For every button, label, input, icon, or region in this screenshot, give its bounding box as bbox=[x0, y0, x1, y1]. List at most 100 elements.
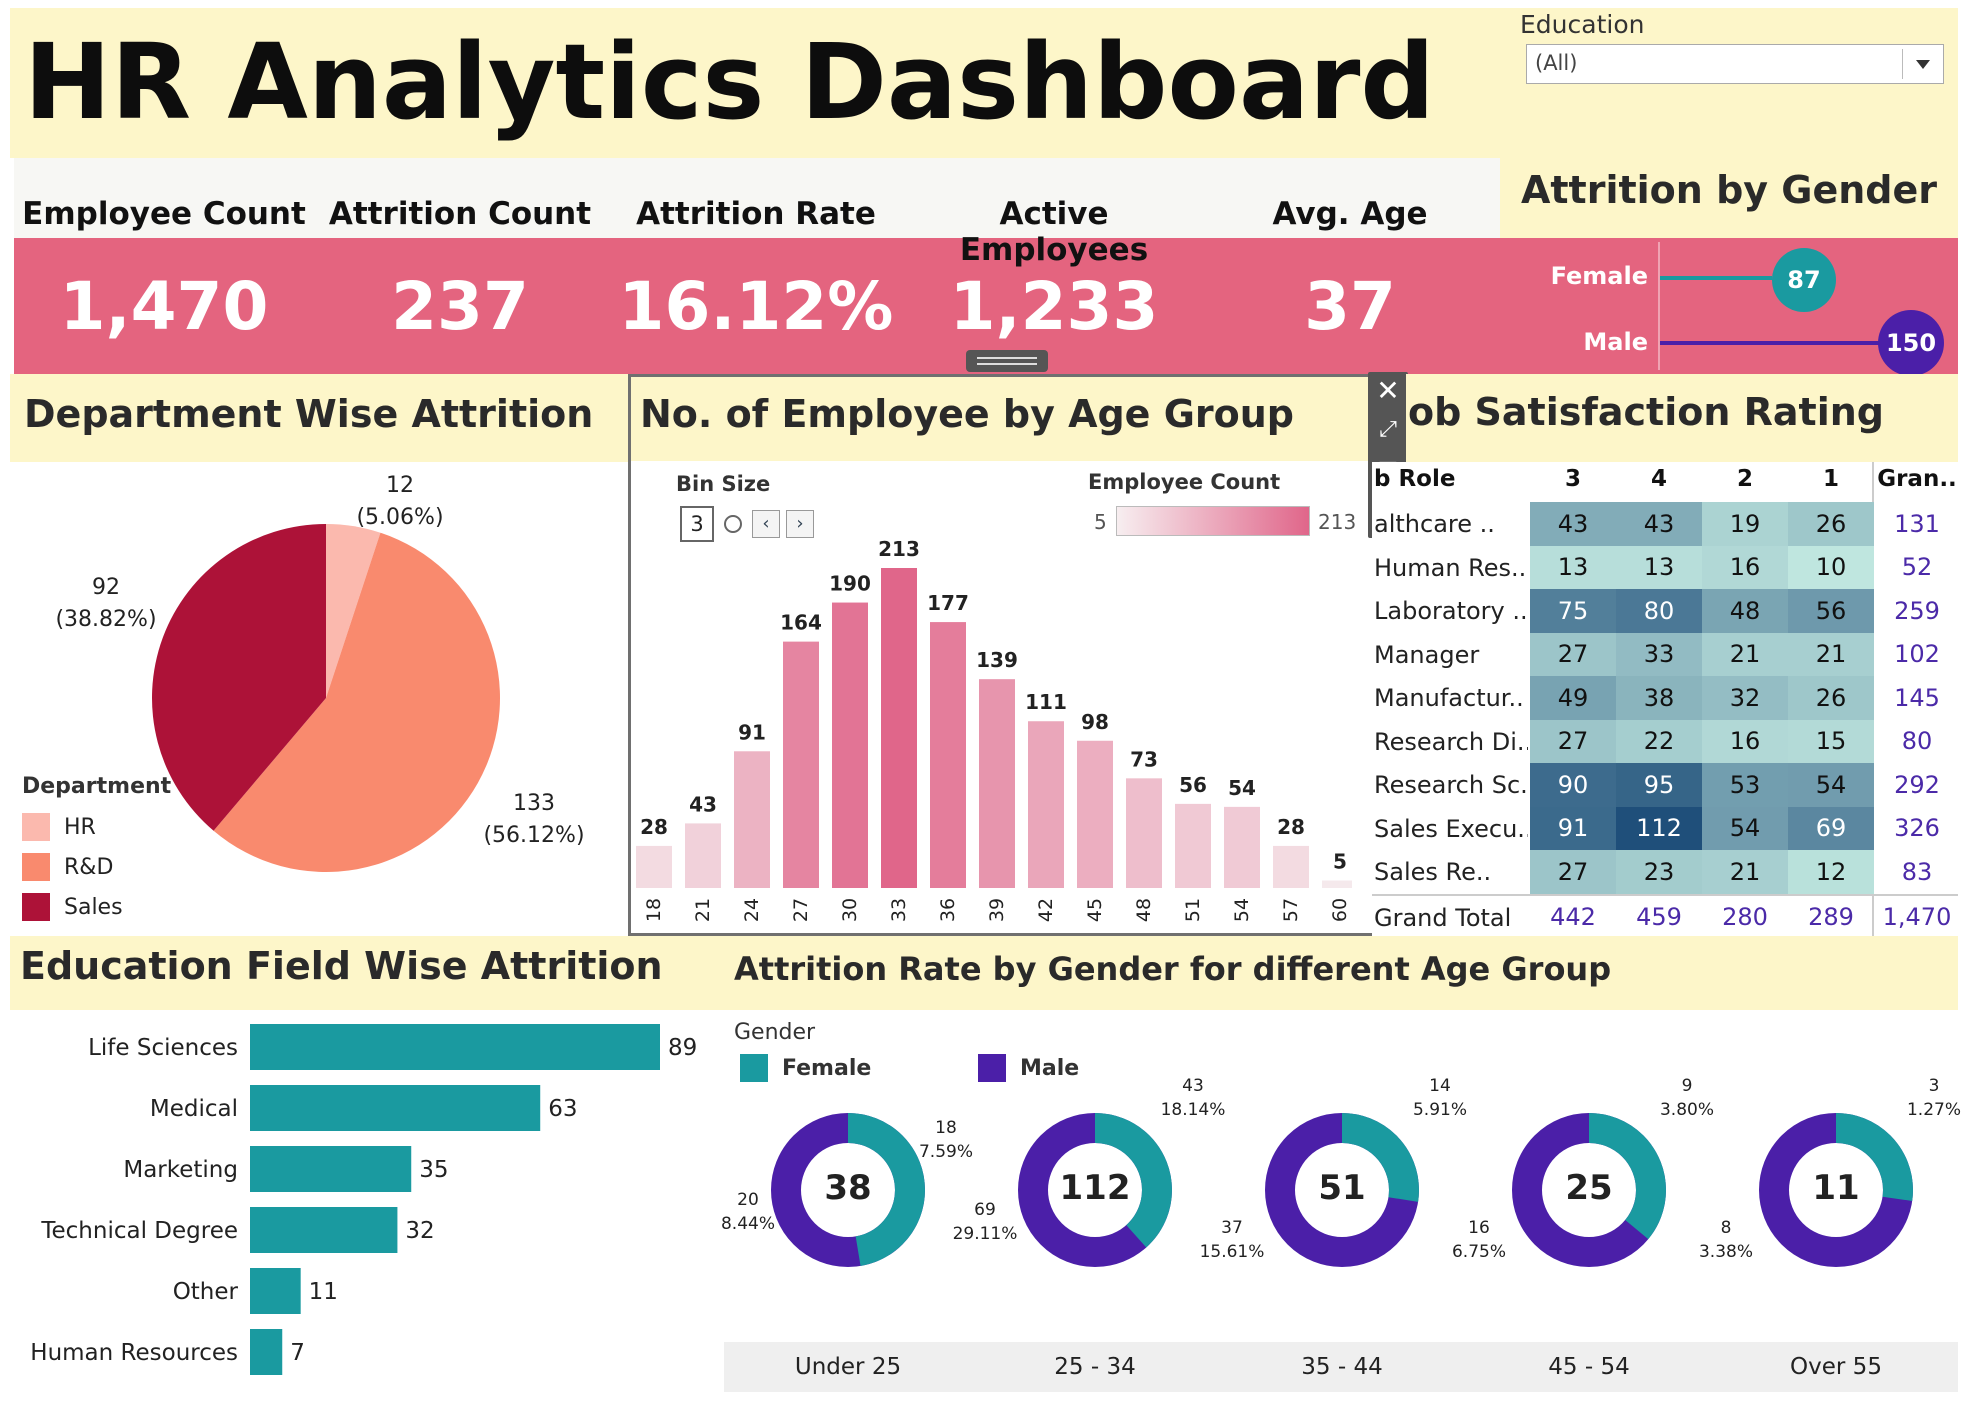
rating-cell: 91 bbox=[1530, 806, 1616, 850]
age-tick-18: 18 bbox=[643, 898, 665, 922]
kpi-employee-count-value: 1,470 bbox=[59, 268, 269, 345]
pie-label-sales-pct: (38.82%) bbox=[55, 607, 157, 632]
donut-female-label: 43 18.14% bbox=[1160, 1076, 1226, 1120]
edu-category-label: Human Resources bbox=[30, 1340, 238, 1366]
legend-label-female: Female bbox=[782, 1055, 872, 1081]
department-legend-title: Department bbox=[22, 774, 172, 799]
edu-bar-value: 11 bbox=[309, 1279, 338, 1305]
age-bar-60 bbox=[1322, 880, 1352, 888]
donut-female-label: 3 1.27% bbox=[1906, 1076, 1961, 1120]
pie-label-rd-pct: (56.12%) bbox=[483, 823, 585, 848]
kpi-active-employees-value: 1,233 bbox=[949, 268, 1159, 345]
age-bar-48 bbox=[1126, 778, 1162, 888]
grand-total-cell: 83 bbox=[1901, 857, 1933, 886]
legend-swatch-hr bbox=[22, 813, 50, 841]
job-role-name: Sales Execu.. bbox=[1374, 814, 1528, 843]
age-tick-27: 27 bbox=[790, 898, 812, 922]
age-tick-60: 60 bbox=[1329, 898, 1351, 922]
donut-total: 25 bbox=[1565, 1168, 1613, 1208]
education-filter-select[interactable]: (All) bbox=[1526, 44, 1944, 84]
age-bar-45 bbox=[1077, 740, 1113, 888]
edu-bar bbox=[250, 1024, 660, 1070]
donut-male-label: 20 8.44% bbox=[720, 1190, 775, 1234]
grand-total-value: 1,470 bbox=[1882, 902, 1952, 931]
department-title: Department Wise Attrition bbox=[24, 392, 594, 436]
job-role-name: Human Res.. bbox=[1374, 553, 1527, 582]
donut-total: 112 bbox=[1059, 1168, 1131, 1208]
donut-male-label: 37 15.61% bbox=[1199, 1218, 1265, 1262]
legend-item-male[interactable]: Male bbox=[978, 1054, 1079, 1082]
rating-cell: 26 bbox=[1788, 502, 1874, 546]
kpi-attrition-rate-label: Attrition Rate bbox=[636, 196, 876, 232]
job-role-name: althcare .. bbox=[1374, 510, 1495, 538]
close-icon[interactable]: ✕ bbox=[1368, 372, 1408, 410]
grand-total-cell: 326 bbox=[1894, 814, 1940, 843]
job-role-header: b Role bbox=[1374, 466, 1456, 492]
drag-handle-line-2 bbox=[977, 363, 1037, 365]
age-tick-33: 33 bbox=[888, 898, 910, 922]
pie-label-rd-value: 133 bbox=[513, 791, 555, 816]
donut-female-label: 18 7.59% bbox=[918, 1118, 973, 1162]
age-group-axis-label: Over 55 bbox=[1790, 1354, 1882, 1380]
page-title: HR Analytics Dashboard bbox=[24, 21, 1435, 143]
age-tick-45: 45 bbox=[1084, 898, 1106, 922]
kpi-attrition-count-label: Attrition Count bbox=[328, 196, 592, 232]
open-external-icon[interactable]: ⤢ bbox=[1368, 410, 1408, 450]
grand-total-cell: 259 bbox=[1894, 596, 1940, 625]
age-bar-18 bbox=[636, 845, 672, 888]
kpi-active-employees-label: Active Employees bbox=[959, 196, 1149, 268]
gender-attrition-title: Attrition by Gender bbox=[1520, 168, 1937, 212]
rating-cell: 27 bbox=[1530, 632, 1616, 676]
department-legend: Department HR R&D Sales bbox=[22, 774, 171, 927]
gender-male-label: Male bbox=[1583, 328, 1648, 356]
grand-total-value: 289 bbox=[1808, 902, 1854, 931]
drag-handle-line bbox=[977, 357, 1037, 359]
age-hist-title: No. of Employee by Age Group bbox=[640, 392, 1294, 436]
donut-female-label: 9 3.80% bbox=[1659, 1076, 1714, 1120]
age-group-axis-label: 45 - 54 bbox=[1548, 1354, 1630, 1380]
pie-label-hr: 12 (5.06%) bbox=[340, 470, 460, 534]
rating-cell: 27 bbox=[1530, 719, 1616, 763]
age-gender-donuts: 38 18 7.59% 20 8.44% Under 25 112 43 18.14% 69 29.… bbox=[721, 1076, 1961, 1390]
donut-total: 11 bbox=[1812, 1168, 1860, 1208]
age-bar-label-48: 73 bbox=[1130, 747, 1158, 771]
rating-cell: 16 bbox=[1702, 545, 1788, 589]
donut-total: 51 bbox=[1318, 1168, 1366, 1208]
grand-total-cell: 131 bbox=[1894, 509, 1940, 538]
kpi-avg-age-label: Avg. Age bbox=[1272, 196, 1428, 232]
donut-male-label: 16 6.75% bbox=[1451, 1218, 1506, 1262]
rating-cell: 13 bbox=[1530, 545, 1616, 589]
panel-drag-handle[interactable] bbox=[966, 350, 1048, 372]
rating-cell: 23 bbox=[1616, 850, 1702, 894]
rating-cell: 22 bbox=[1616, 719, 1702, 763]
gender-female-bubble: 87 bbox=[1772, 248, 1836, 312]
rating-cell: 56 bbox=[1788, 589, 1874, 633]
age-tick-36: 36 bbox=[937, 898, 959, 922]
legend-item-rd[interactable]: R&D bbox=[22, 847, 171, 887]
legend-item-sales[interactable]: Sales bbox=[22, 887, 171, 927]
grand-total-cell: 292 bbox=[1894, 770, 1940, 799]
chevron-down-icon[interactable] bbox=[1916, 60, 1930, 69]
edu-category-label: Technical Degree bbox=[40, 1218, 238, 1244]
edu-category-label: Medical bbox=[150, 1096, 238, 1122]
legend-item-hr[interactable]: HR bbox=[22, 807, 171, 847]
rating-cell: 26 bbox=[1788, 676, 1874, 720]
gender-female-line bbox=[1660, 276, 1772, 280]
legend-item-female[interactable]: Female bbox=[740, 1054, 871, 1082]
gender-male-bubble: 150 bbox=[1878, 310, 1944, 376]
legend-label-hr: HR bbox=[64, 814, 96, 840]
legend-swatch-sales bbox=[22, 893, 50, 921]
gender-row-female: Female 87 bbox=[1500, 248, 1958, 312]
age-tick-48: 48 bbox=[1133, 898, 1155, 922]
edu-bar-value: 89 bbox=[668, 1035, 697, 1061]
rating-cell: 12 bbox=[1788, 850, 1874, 894]
job-role-name: Manufactur.. bbox=[1374, 684, 1524, 712]
rating-cell: 95 bbox=[1616, 763, 1702, 807]
rating-cell: 32 bbox=[1702, 676, 1788, 720]
kpi-attrition-rate-value: 16.12% bbox=[618, 268, 894, 345]
kpi-employee-count-label: Employee Count bbox=[22, 196, 306, 232]
legend-label-rd: R&D bbox=[64, 854, 114, 880]
legend-label-male: Male bbox=[1020, 1055, 1080, 1081]
rating-cell: 75 bbox=[1530, 589, 1616, 633]
donut-male-label: 69 29.11% bbox=[952, 1200, 1018, 1244]
